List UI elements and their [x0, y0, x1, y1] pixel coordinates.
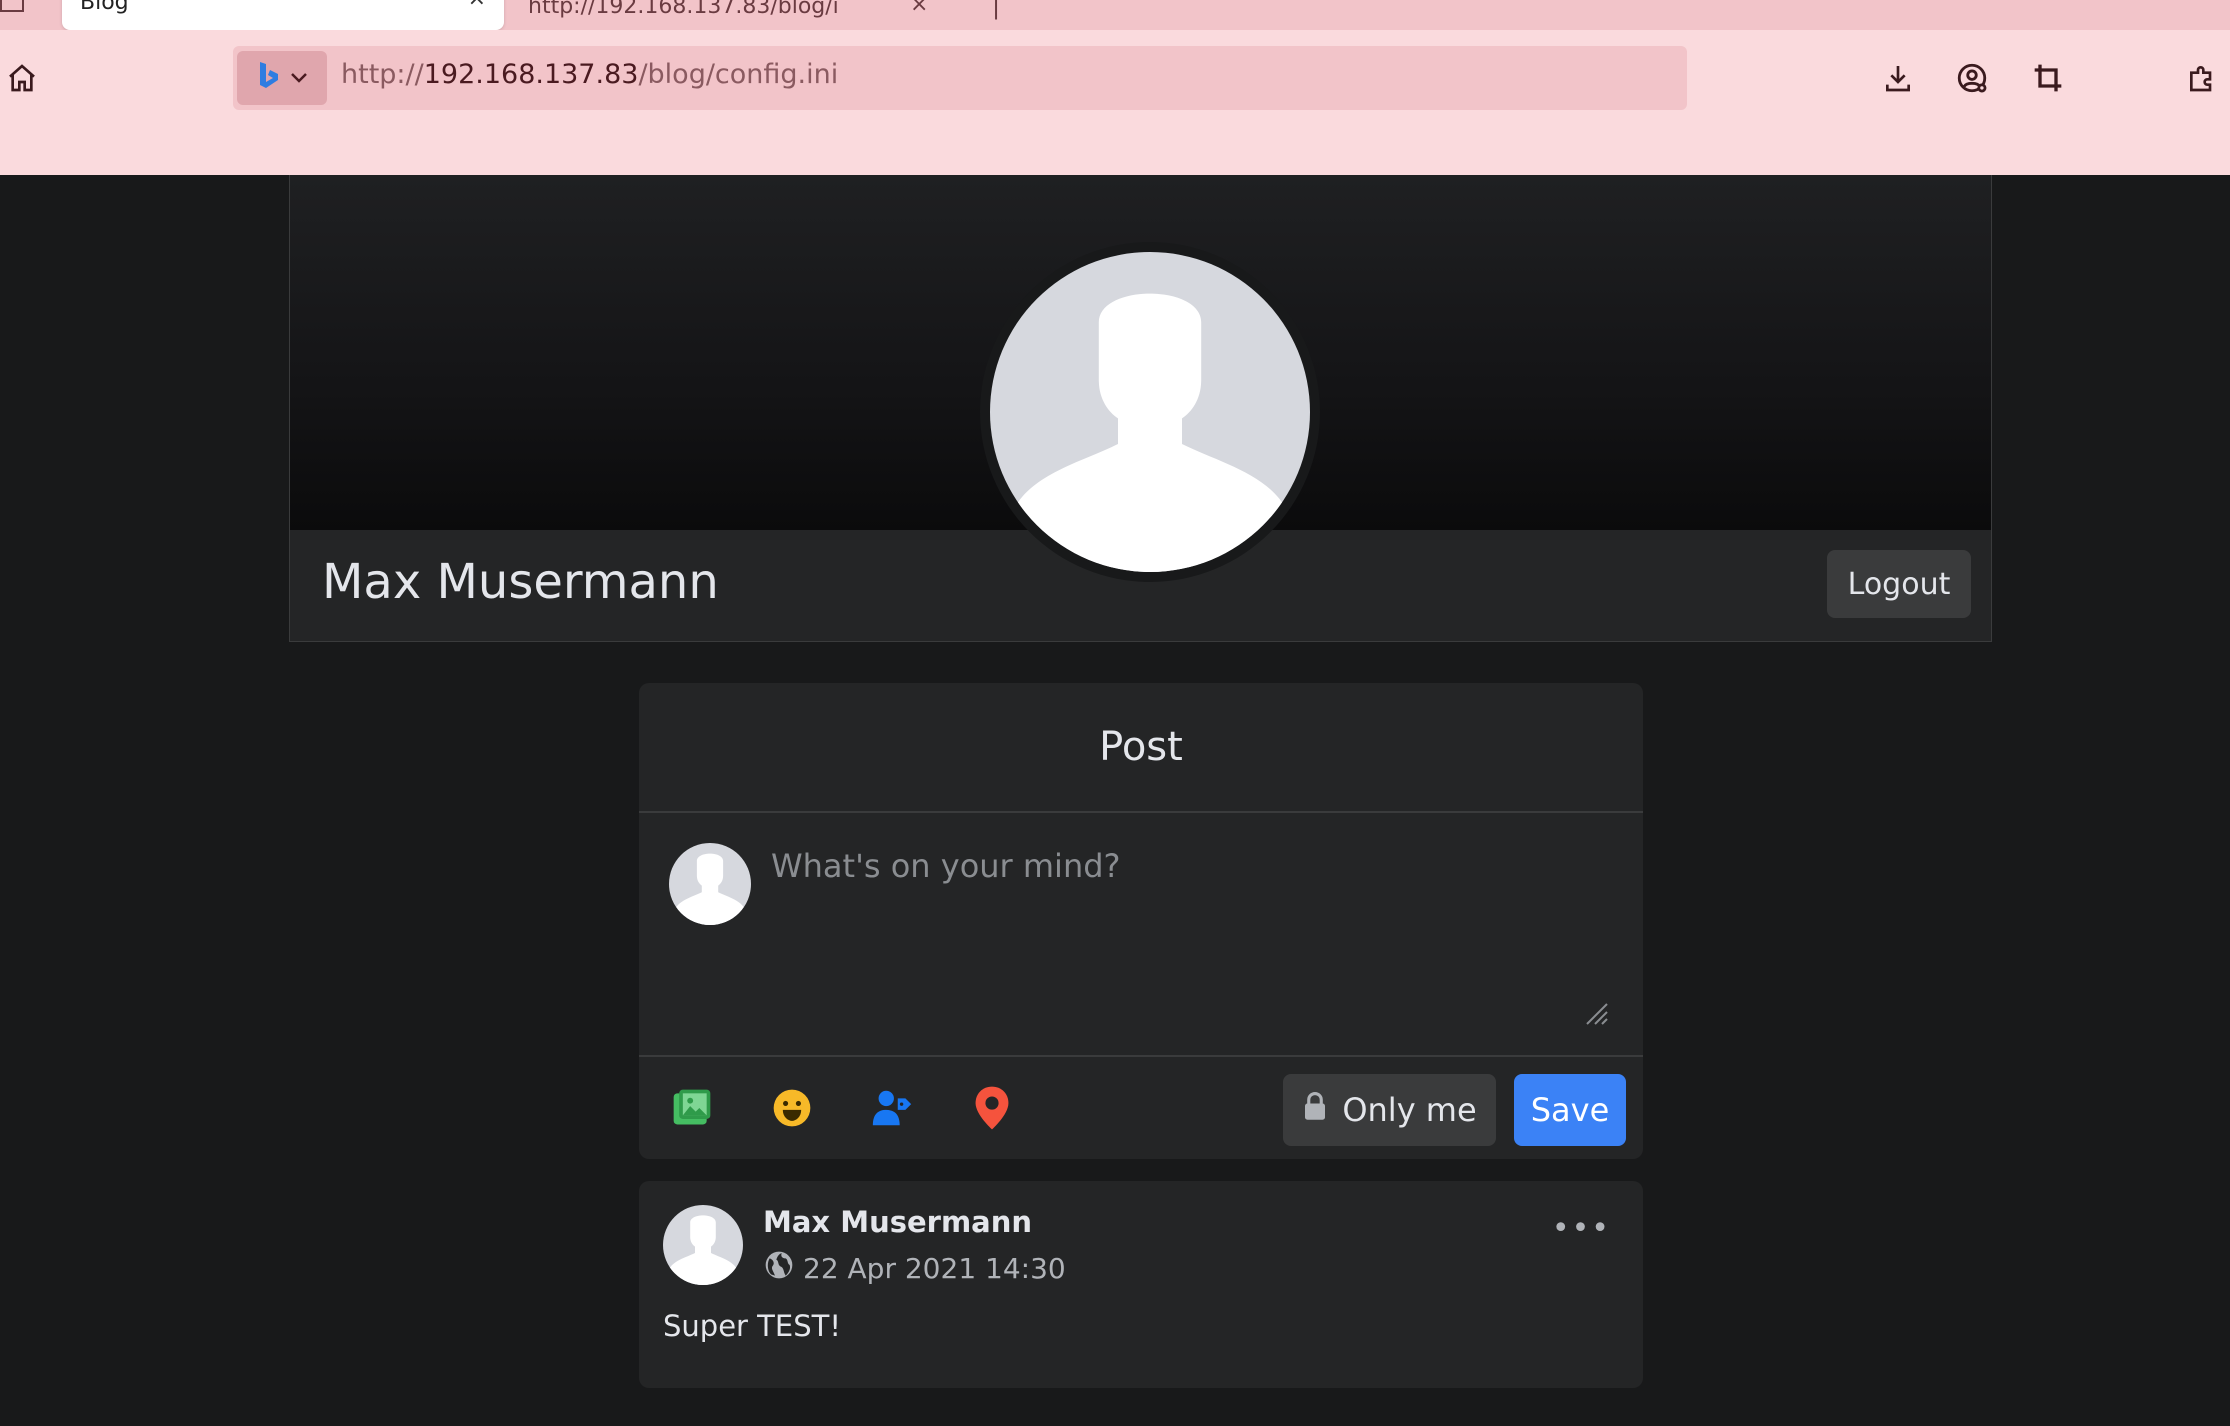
- url-host: 192.168.137.83: [423, 59, 639, 90]
- tab-close-icon[interactable]: ×: [468, 0, 486, 11]
- post-card: Max Musermann 22 Apr 2021 14:30 ••• Supe…: [639, 1181, 1643, 1388]
- tab-blog[interactable]: Blog ×: [62, 0, 504, 30]
- default-avatar-icon: [669, 843, 751, 925]
- globe-icon: [763, 1249, 795, 1288]
- profile-avatar[interactable]: [980, 242, 1320, 582]
- privacy-button[interactable]: Only me: [1283, 1074, 1496, 1146]
- browser-toolbar: http://192.168.137.83/blog/config.ini: [0, 30, 2230, 175]
- search-engine-button[interactable]: [237, 51, 327, 105]
- tab-other[interactable]: http://192.168.137.83/blog/i: [528, 0, 948, 28]
- privacy-label: Only me: [1342, 1091, 1477, 1129]
- extensions-icon[interactable]: [2184, 60, 2220, 96]
- new-tab-icon[interactable]: |: [992, 0, 1000, 20]
- tab-strip: Blog × http://192.168.137.83/blog/i × |: [0, 0, 2230, 30]
- post-meta: 22 Apr 2021 14:30: [763, 1249, 1066, 1288]
- composer-title: Post: [639, 683, 1643, 813]
- post-timestamp[interactable]: 22 Apr 2021 14:30: [803, 1252, 1066, 1285]
- default-avatar-icon: [663, 1205, 743, 1285]
- logout-button[interactable]: Logout: [1827, 550, 1971, 618]
- url-prefix: http://: [341, 59, 424, 90]
- crop-icon[interactable]: [2030, 60, 2066, 96]
- sidebar-toggle-icon[interactable]: [0, 0, 24, 12]
- lock-icon: [1302, 1091, 1328, 1129]
- photo-icon[interactable]: [667, 1083, 717, 1133]
- url-path: /blog/config.ini: [638, 59, 839, 90]
- more-options-icon[interactable]: •••: [1552, 1211, 1611, 1246]
- home-icon[interactable]: [4, 60, 40, 96]
- save-button[interactable]: Save: [1514, 1074, 1626, 1146]
- download-icon[interactable]: [1880, 60, 1916, 96]
- avatar[interactable]: [663, 1205, 743, 1285]
- default-avatar-icon: [990, 252, 1310, 572]
- account-icon[interactable]: [1954, 60, 1990, 96]
- emoji-icon[interactable]: [767, 1083, 817, 1133]
- chevron-down-icon: [290, 69, 308, 88]
- avatar: [669, 843, 751, 925]
- post-body: Super TEST!: [663, 1309, 841, 1343]
- url-text[interactable]: http://192.168.137.83/blog/config.ini: [341, 59, 838, 90]
- post-input[interactable]: [771, 833, 1621, 1013]
- tag-friends-icon[interactable]: [867, 1083, 917, 1133]
- location-icon[interactable]: [967, 1083, 1017, 1133]
- tab-close-icon[interactable]: ×: [910, 0, 928, 17]
- post-author[interactable]: Max Musermann: [763, 1205, 1032, 1239]
- divider: [639, 1055, 1643, 1057]
- address-bar[interactable]: http://192.168.137.83/blog/config.ini: [233, 46, 1687, 110]
- bing-icon: [256, 60, 280, 96]
- tab-title: Blog: [80, 0, 129, 15]
- post-composer: Post Only me Save: [639, 683, 1643, 1159]
- profile-name: Max Musermann: [322, 554, 719, 610]
- resize-handle-icon[interactable]: [1581, 998, 1609, 1026]
